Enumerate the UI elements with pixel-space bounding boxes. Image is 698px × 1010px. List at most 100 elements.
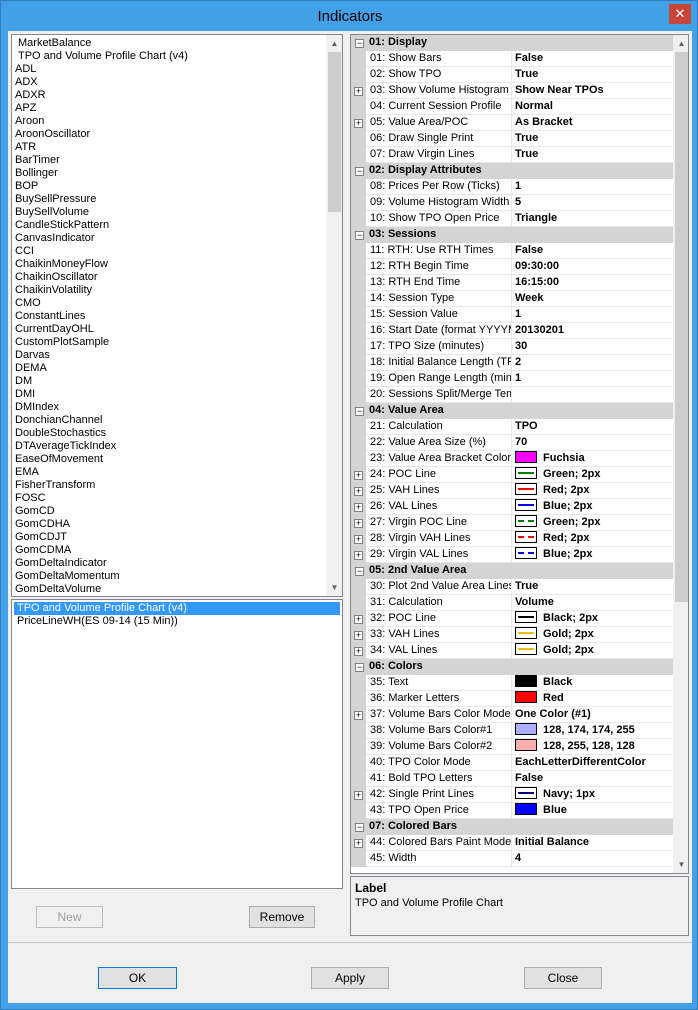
grid-property-name[interactable]: 09: Volume Histogram Width	[366, 195, 512, 211]
minus-box-icon[interactable]: −	[355, 407, 364, 416]
grid-category[interactable]: −02: Display Attributes	[351, 163, 673, 179]
indicator-list-item[interactable]: DEMA	[15, 362, 47, 375]
grid-property-name[interactable]: 33: VAH Lines	[366, 627, 512, 643]
grid-property-value[interactable]: Green; 2px	[512, 467, 673, 483]
grid-property-row[interactable]: 36: Marker Letters Red	[351, 691, 673, 707]
grid-property-value[interactable]: Week	[512, 291, 673, 307]
grid-property-value[interactable]: Red; 2px	[512, 483, 673, 499]
grid-property-row[interactable]: +32: POC Line Black; 2px	[351, 611, 673, 627]
indicator-list-item[interactable]: Darvas	[15, 349, 50, 362]
grid-property-name[interactable]: 15: Session Value	[366, 307, 512, 323]
indicator-list[interactable]: MarketBalance TPO and Volume Profile Char…	[11, 34, 343, 597]
grid-property-row[interactable]: +25: VAH Lines Red; 2px	[351, 483, 673, 499]
grid-property-row[interactable]: 35: Text Black	[351, 675, 673, 691]
grid-property-row[interactable]: +27: Virgin POC Line Green; 2px	[351, 515, 673, 531]
grid-property-name[interactable]: 19: Open Range Length (minutes)	[366, 371, 512, 387]
grid-property-row[interactable]: +26: VAL Lines Blue; 2px	[351, 499, 673, 515]
grid-property-name[interactable]: 44: Colored Bars Paint Mode	[366, 835, 512, 851]
grid-property-row[interactable]: 17: TPO Size (minutes) 30	[351, 339, 673, 355]
grid-property-name[interactable]: 40: TPO Color Mode	[366, 755, 512, 771]
grid-property-row[interactable]: +37: Volume Bars Color Mode One Color (#1…	[351, 707, 673, 723]
indicator-list-item[interactable]: BarTimer	[15, 154, 60, 167]
grid-property-name[interactable]: 01: Show Bars	[366, 51, 512, 67]
indicator-list-item[interactable]: DMIndex	[15, 401, 59, 414]
minus-box-icon[interactable]: −	[355, 567, 364, 576]
grid-property-row[interactable]: 08: Prices Per Row (Ticks) 1	[351, 179, 673, 195]
grid-property-row[interactable]: 21: Calculation TPO	[351, 419, 673, 435]
grid-property-value[interactable]: Navy; 1px	[512, 787, 673, 803]
grid-category[interactable]: −03: Sessions	[351, 227, 673, 243]
grid-property-value[interactable]: False	[512, 771, 673, 787]
indicator-list-item[interactable]: ChaikinMoneyFlow	[15, 258, 108, 271]
grid-property-name[interactable]: 04: Current Session Profile	[366, 99, 512, 115]
grid-property-name[interactable]: 20: Sessions Split/Merge Template	[366, 387, 512, 403]
grid-property-name[interactable]: 12: RTH Begin Time	[366, 259, 512, 275]
grid-property-value[interactable]: Triangle	[512, 211, 673, 227]
grid-property-name[interactable]: 26: VAL Lines	[366, 499, 512, 515]
grid-property-row[interactable]: +28: Virgin VAH Lines Red; 2px	[351, 531, 673, 547]
grid-property-value[interactable]: True	[512, 147, 673, 163]
grid-property-row[interactable]: 09: Volume Histogram Width 5	[351, 195, 673, 211]
indicator-list-item[interactable]: ATR	[15, 141, 36, 154]
grid-property-row[interactable]: 13: RTH End Time 16:15:00	[351, 275, 673, 291]
selected-indicator-item[interactable]: TPO and Volume Profile Chart (v4)	[14, 602, 340, 615]
indicator-list-item[interactable]: ADX	[15, 76, 38, 89]
grid-property-row[interactable]: 01: Show Bars False	[351, 51, 673, 67]
chevron-up-icon[interactable]: ▲	[326, 35, 342, 52]
grid-property-value[interactable]: As Bracket	[512, 115, 673, 131]
grid-property-name[interactable]: 31: Calculation	[366, 595, 512, 611]
grid-category[interactable]: −05: 2nd Value Area	[351, 563, 673, 579]
indicator-list-scrollbar[interactable]: ▲ ▼	[326, 35, 342, 596]
indicator-list-item[interactable]: CustomPlotSample	[15, 336, 109, 349]
indicator-list-item[interactable]: Aroon	[15, 115, 44, 128]
indicator-list-item[interactable]: GomCD	[15, 505, 55, 518]
grid-property-row[interactable]: 04: Current Session Profile Normal	[351, 99, 673, 115]
grid-property-name[interactable]: 02: Show TPO	[366, 67, 512, 83]
grid-property-value[interactable]	[512, 387, 673, 403]
indicator-list-item[interactable]: AroonOscillator	[15, 128, 90, 141]
grid-property-name[interactable]: 10: Show TPO Open Price	[366, 211, 512, 227]
grid-category[interactable]: −01: Display	[351, 35, 673, 51]
grid-property-row[interactable]: 02: Show TPO True	[351, 67, 673, 83]
title-bar[interactable]: Indicators ✕	[1, 1, 698, 31]
grid-property-row[interactable]: 10: Show TPO Open Price Triangle	[351, 211, 673, 227]
indicator-list-item[interactable]: BuySellPressure	[15, 193, 96, 206]
close-icon[interactable]: ✕	[669, 4, 691, 24]
grid-property-row[interactable]: +34: VAL Lines Gold; 2px	[351, 643, 673, 659]
indicator-list-item[interactable]: CCI	[15, 245, 34, 258]
grid-property-name[interactable]: 17: TPO Size (minutes)	[366, 339, 512, 355]
new-button[interactable]: New	[36, 906, 103, 928]
grid-property-name[interactable]: 05: Value Area/POC	[366, 115, 512, 131]
grid-property-row[interactable]: 45: Width 4	[351, 851, 673, 867]
grid-property-name[interactable]: 08: Prices Per Row (Ticks)	[366, 179, 512, 195]
grid-property-name[interactable]: 28: Virgin VAH Lines	[366, 531, 512, 547]
grid-property-value[interactable]: 1	[512, 307, 673, 323]
grid-property-row[interactable]: 19: Open Range Length (minutes)1	[351, 371, 673, 387]
indicator-list-item[interactable]: TPO and Volume Profile Chart (v4)	[18, 50, 188, 63]
grid-property-row[interactable]: +03: Show Volume Histogram Show Near TPOs	[351, 83, 673, 99]
grid-category[interactable]: −07: Colored Bars	[351, 819, 673, 835]
indicator-list-item[interactable]: ADXR	[15, 89, 46, 102]
grid-property-row[interactable]: 38: Volume Bars Color#1 128, 174, 174, 25…	[351, 723, 673, 739]
grid-property-row[interactable]: 39: Volume Bars Color#2 128, 255, 128, 12…	[351, 739, 673, 755]
indicator-list-item[interactable]: DMI	[15, 388, 35, 401]
indicator-list-item[interactable]: DTAverageTickIndex	[15, 440, 116, 453]
grid-property-value[interactable]: 2	[512, 355, 673, 371]
grid-property-value[interactable]: TPO	[512, 419, 673, 435]
chevron-up-icon[interactable]: ▲	[673, 35, 688, 52]
grid-category[interactable]: −04: Value Area	[351, 403, 673, 419]
scrollbar-thumb[interactable]	[328, 52, 341, 212]
grid-property-row[interactable]: 22: Value Area Size (%) 70	[351, 435, 673, 451]
grid-property-value[interactable]: 128, 255, 128, 128	[512, 739, 673, 755]
grid-property-value[interactable]: 20130201	[512, 323, 673, 339]
minus-box-icon[interactable]: −	[355, 663, 364, 672]
grid-property-name[interactable]: 29: Virgin VAL Lines	[366, 547, 512, 563]
grid-property-value[interactable]: 16:15:00	[512, 275, 673, 291]
grid-property-name[interactable]: 14: Session Type	[366, 291, 512, 307]
indicator-list-item[interactable]: CandleStickPattern	[15, 219, 109, 232]
grid-property-value[interactable]: 30	[512, 339, 673, 355]
grid-property-row[interactable]: 15: Session Value 1	[351, 307, 673, 323]
ok-button[interactable]: OK	[98, 967, 177, 989]
grid-property-value[interactable]: 1	[512, 371, 673, 387]
grid-property-name[interactable]: 23: Value Area Bracket Color	[366, 451, 512, 467]
